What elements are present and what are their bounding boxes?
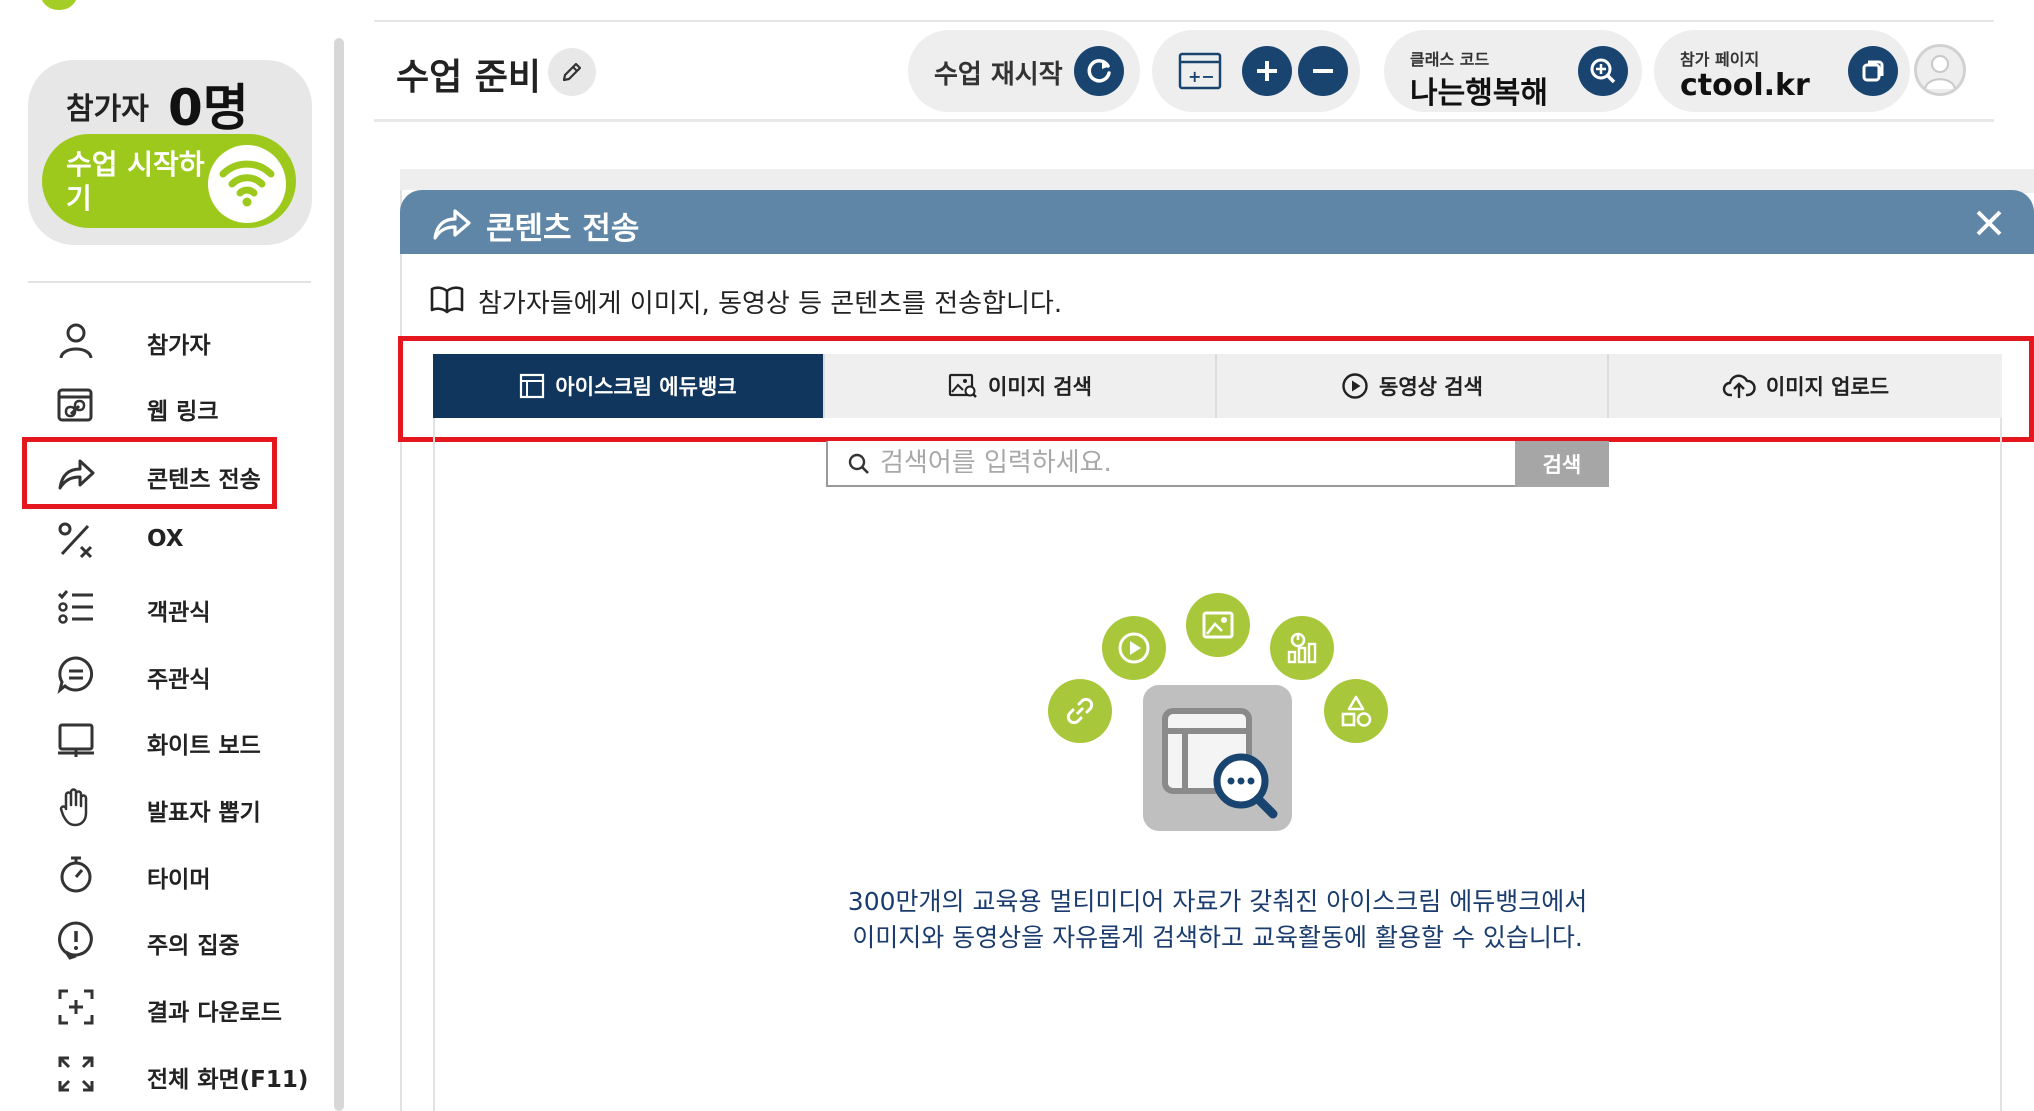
topbar-border (374, 20, 1994, 22)
participants-count: 0명 (168, 79, 249, 137)
class-code-panel: 클래스 코드 나는행복해 (1384, 30, 1642, 112)
zoom-in-button[interactable] (1242, 46, 1292, 96)
ox-icon (56, 520, 96, 560)
web-link-icon (56, 386, 96, 426)
link-icon (1048, 679, 1112, 743)
copy-link-button[interactable] (1848, 46, 1898, 96)
sidebar-item-download[interactable]: 결과 다운로드 (22, 973, 282, 1039)
fullscreen-icon (56, 1054, 96, 1094)
avatar[interactable] (1914, 44, 1966, 96)
edubank-info: 300만개의 교육용 멀티미디어 자료가 갖춰진 아이스크림 에듀뱅크에서 이미… (760, 884, 1675, 956)
sidebar: 참가자 0명 수업 시작하기 참가자 웹 링크 콘텐츠 전송 OX 객관식 주관… (0, 0, 344, 1111)
sidebar-item-label: 전체 화면(F11) (147, 1067, 309, 1093)
start-class-label: 수업 시작하기 (66, 148, 205, 215)
timer-icon (56, 854, 96, 894)
sidebar-item-ox[interactable]: OX (22, 506, 278, 572)
join-page-panel: 참가 페이지 ctool.kr (1654, 30, 1910, 112)
close-icon (1976, 210, 2002, 236)
sidebar-item-multiple-choice[interactable]: 객관식 (22, 573, 278, 639)
browser-search-icon (1143, 685, 1292, 831)
shapes-icon (1324, 679, 1388, 743)
svg-text:+−: +− (1188, 67, 1215, 86)
book-icon (430, 284, 464, 314)
sidebar-item-label: 참가자 (147, 333, 211, 359)
join-page-value: ctool.kr (1680, 68, 1810, 103)
sidebar-scrollbar[interactable] (334, 38, 344, 1111)
close-button[interactable] (1970, 204, 2008, 242)
sidebar-item-label: 화이트 보드 (147, 733, 261, 759)
sidebar-item-label: 주의 집중 (147, 933, 240, 959)
calculator-icon[interactable]: +− (1178, 52, 1222, 90)
modal-description: 참가자들에게 이미지, 동영상 등 콘텐츠를 전송합니다. (478, 289, 1063, 319)
participants-label: 참가자 (66, 92, 149, 127)
user-icon (56, 320, 96, 360)
chat-icon (56, 654, 96, 694)
magnify-plus-icon (1590, 58, 1616, 84)
zoom-controls: +− (1152, 30, 1360, 112)
pencil-icon (562, 62, 582, 82)
image-icon (1186, 593, 1250, 657)
plus-icon (1257, 61, 1277, 81)
edit-title-button[interactable] (548, 48, 596, 96)
copy-icon (1862, 60, 1884, 82)
topbar-bottom-border (374, 119, 1994, 122)
join-page-label: 참가 페이지 (1680, 50, 1760, 69)
play-circle-icon (1102, 616, 1166, 680)
restart-class-button[interactable]: 수업 재시작 (908, 30, 1140, 112)
sidebar-item-short-answer[interactable]: 주관식 (22, 640, 278, 706)
info-line-1: 300만개의 교육용 멀티미디어 자료가 갖춰진 아이스크림 에듀뱅크에서 (847, 887, 1588, 916)
sidebar-item-pick-presenter[interactable]: 발표자 뽑기 (22, 773, 278, 839)
download-icon (56, 987, 96, 1027)
sidebar-item-fullscreen[interactable]: 전체 화면(F11) (22, 1040, 308, 1106)
sidebar-item-label: 타이머 (147, 867, 211, 893)
search-button[interactable]: 검색 (1515, 441, 1609, 487)
refresh-icon (1074, 46, 1124, 96)
sidebar-item-label: 웹 링크 (147, 399, 219, 425)
alert-icon (56, 920, 96, 960)
zoom-out-button[interactable] (1298, 46, 1348, 96)
class-code-label: 클래스 코드 (1410, 50, 1490, 69)
sidebar-item-web-link[interactable]: 웹 링크 (22, 372, 278, 438)
sidebar-item-label: 발표자 뽑기 (147, 800, 261, 826)
sidebar-item-whiteboard[interactable]: 화이트 보드 (22, 706, 278, 772)
restart-label: 수업 재시작 (934, 60, 1063, 90)
logo (40, 0, 78, 10)
sidebar-item-timer[interactable]: 타이머 (22, 840, 278, 906)
sidebar-item-label: 결과 다운로드 (147, 1000, 282, 1026)
class-code-value: 나는행복해 (1410, 76, 1548, 111)
page-title: 수업 준비 (396, 57, 542, 98)
chart-icon (1270, 616, 1334, 680)
sidebar-item-label: 주관식 (147, 667, 211, 693)
highlight-box (22, 437, 277, 509)
multiple-choice-icon (56, 587, 96, 627)
search-input[interactable] (880, 447, 1480, 479)
sidebar-divider (28, 281, 311, 283)
sidebar-item-label: OX (147, 526, 184, 552)
sidebar-item-label: 객관식 (147, 600, 211, 626)
sidebar-item-attention[interactable]: 주의 집중 (22, 906, 278, 972)
zoom-code-button[interactable] (1578, 46, 1628, 96)
user-avatar-icon (1924, 55, 1956, 90)
share-icon (432, 206, 472, 242)
minus-icon (1313, 69, 1333, 73)
hand-icon (56, 787, 96, 827)
info-line-2: 이미지와 동영상을 자유롭게 검색하고 교육활동에 활용할 수 있습니다. (852, 923, 1583, 952)
modal-title: 콘텐츠 전송 (486, 211, 640, 247)
sidebar-item-participants[interactable]: 참가자 (22, 306, 278, 372)
modal-header (400, 190, 2034, 254)
search-bar: 검색 (826, 441, 1609, 487)
whiteboard-icon (56, 720, 96, 760)
search-icon (848, 453, 869, 474)
wifi-icon (208, 145, 286, 223)
